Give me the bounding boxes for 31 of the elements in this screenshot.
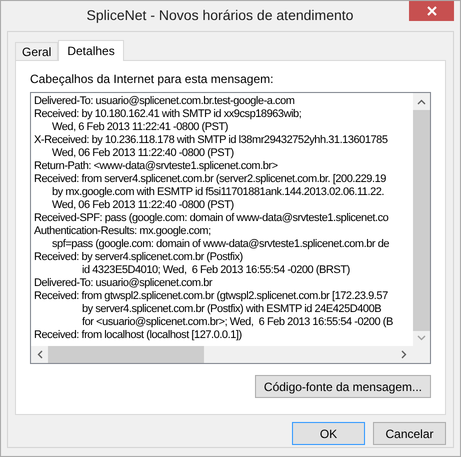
header-line: Delivered-To: usuario@splicenet.com.br.test-google-a.com [34, 95, 294, 108]
header-line: id 4323E5D4010; Wed, 6 Feb 2013 16:55:54 -0200 (BRST) [81, 264, 350, 277]
window-title: SpliceNet - Novos horários de atendimento [86, 6, 354, 23]
close-icon [426, 6, 436, 16]
header-line: X-Received: by 10.236.118.178 with SMTP id l38mr29432752yhh.31.13601785 [34, 134, 388, 147]
header-line: Wed, 06 Feb 2013 11:22:40 -0800 (PST) [51, 199, 234, 212]
horizontal-scroll-thumb[interactable] [48, 346, 204, 363]
tab[interactable]: Geral [15, 42, 58, 60]
header-line: Received-SPF: pass (google.com: domain of www-data@srvteste1.splicenet.co [34, 212, 388, 225]
header-line: by server4.splicenet.com.br (Postfix) with ESMTP id 24E425D400B [81, 303, 382, 316]
header-line: Received: from server4.splicenet.com.br (server2.splicenet.com.br. [200.229.19 [34, 173, 386, 186]
header-line: Wed, 6 Feb 2013 11:22:41 -0800 (PST) [51, 121, 228, 134]
header-line: Delivered-To: usuario@splicenet.com.br [34, 277, 212, 290]
header-line: Wed, 06 Feb 2013 11:22:40 -0800 (PST) [51, 147, 234, 160]
ok-button[interactable]: OK [292, 422, 365, 445]
header-line: by mx.google.com with ESMTP id f5si11701881ank.144.2013.02.06.11.22. [51, 186, 384, 199]
header-line: Authentication-Results: mx.google.com; [34, 225, 211, 238]
header-line: Received: by server4.splicenet.com.br (Postfix) [34, 251, 243, 264]
message-source-button[interactable]: Código-fonte da mensagem... [254, 375, 431, 398]
header-line: Received: from gtwspl2.splicenet.com.br (gtwspl2.splicenet.com.br [172.23.9.57 [34, 290, 388, 303]
headers-label: Cabeçalhos da Internet para esta mensagem: [30, 72, 274, 86]
header-line: Received: by 10.180.162.41 with SMTP id xx9csp18963wib; [34, 108, 302, 121]
headers-text-box[interactable] [30, 92, 431, 364]
header-line: Received: from localhost (localhost [127.0.0.1]) [34, 329, 242, 342]
tab[interactable]: Detalhes [58, 40, 124, 61]
header-line: for <usuario@splicenet.com.br>; Wed, 6 Feb 2013 16:55:54 -0200 (B [81, 316, 393, 329]
header-line: Return-Path: <www-data@srvteste1.splicenet.com.br> [34, 160, 278, 173]
cancel-button[interactable]: Cancelar [373, 422, 446, 445]
vertical-scroll-thumb[interactable] [413, 110, 430, 331]
header-line: spf=pass (google.com: domain of www-data@srvteste1.splicenet.com.br de [51, 238, 390, 251]
close-button[interactable] [409, 1, 454, 21]
